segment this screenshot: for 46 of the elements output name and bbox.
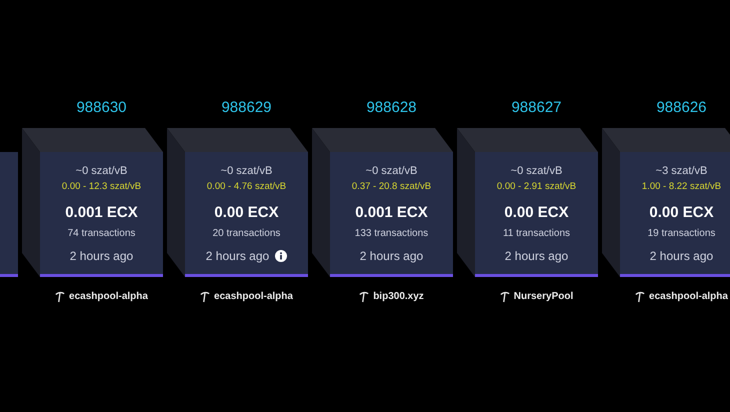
block-time: 2 hours ago <box>650 249 714 263</box>
median-fee: ~0 szat/vB <box>366 164 418 178</box>
block-reward: 0.00 ECX <box>649 204 714 222</box>
transaction-count: 74 transactions <box>68 227 136 241</box>
block-reward: 0.001 ECX <box>65 204 138 222</box>
mining-pool-link[interactable]: ecashpool-alpha <box>69 288 148 306</box>
block-height-link[interactable]: 988629 <box>221 99 272 116</box>
pickaxe-icon <box>55 291 66 303</box>
fee-range: 0.37 - 20.8 szat/vB <box>352 180 432 194</box>
block-card[interactable]: ~0 szat/vB 0.37 - 20.8 szat/vB 0.001 ECX 133 transactions 2 hours ago <box>330 152 453 277</box>
mining-pool-link[interactable]: ecashpool-alpha <box>649 288 728 306</box>
block-reward: 0.00 ECX <box>504 204 569 222</box>
pickaxe-icon <box>635 291 646 303</box>
block-time: 2 hours ago <box>70 249 134 263</box>
block-card[interactable]: ~3 szat/vB 1.00 - 8.22 szat/vB 0.00 ECX 19 transactions 2 hours ago <box>620 152 730 277</box>
block-height-link[interactable]: 988630 <box>76 99 127 116</box>
fee-range: 0.00 - 2.91 szat/vB <box>496 180 576 194</box>
block-card[interactable]: ~0 szat/vB 0.00 - 2.91 szat/vB 0.00 ECX 11 transactions 2 hours ago <box>475 152 598 277</box>
transaction-count: 20 transactions <box>212 227 280 241</box>
pickaxe-icon <box>359 291 370 303</box>
transaction-count: 11 transactions <box>502 227 570 241</box>
transaction-count: 133 transactions <box>354 227 428 241</box>
block-reward: 0.00 ECX <box>214 204 279 222</box>
block-time: 2 hours ago <box>504 249 568 263</box>
fee-range: 0.00 - 4.76 szat/vB <box>206 180 286 194</box>
block-card[interactable]: ~0 szat/vB 0.00 - 12.3 szat/vB 0.001 ECX 74 transactions 2 hours ago <box>40 152 163 277</box>
pickaxe-icon <box>200 291 210 303</box>
pickaxe-icon <box>500 291 510 303</box>
mining-pool-link[interactable]: bip300.xyz <box>373 288 424 306</box>
median-fee: ~0 szat/vB <box>220 164 272 178</box>
fee-range: 1.00 - 8.22 szat/vB <box>642 180 722 194</box>
block-time: 2 hours ago <box>360 249 424 263</box>
block-reward: 0.001 ECX <box>355 204 428 222</box>
block-height-link[interactable]: 988626 <box>656 99 707 116</box>
mining-pool-link[interactable]: ecashpool-alpha <box>214 288 293 306</box>
mining-pool-link[interactable]: NurseryPool <box>514 288 574 306</box>
median-fee: ~3 szat/vB <box>656 164 708 178</box>
median-fee: ~0 szat/vB <box>76 164 128 178</box>
fee-range: 0.00 - 12.3 szat/vB <box>62 180 142 194</box>
transaction-count: 19 transactions <box>648 227 716 241</box>
block-time: 2 hours ago <box>206 249 270 263</box>
info-icon[interactable] <box>275 250 288 262</box>
block-card[interactable]: ~0 szat/vB 0.00 - 4.76 szat/vB 0.00 ECX 20 transactions 2 hours ago <box>185 152 308 277</box>
block-height-link[interactable]: 988628 <box>366 99 417 116</box>
block-height-link[interactable]: 988627 <box>511 99 562 116</box>
median-fee: ~0 szat/vB <box>510 164 562 178</box>
